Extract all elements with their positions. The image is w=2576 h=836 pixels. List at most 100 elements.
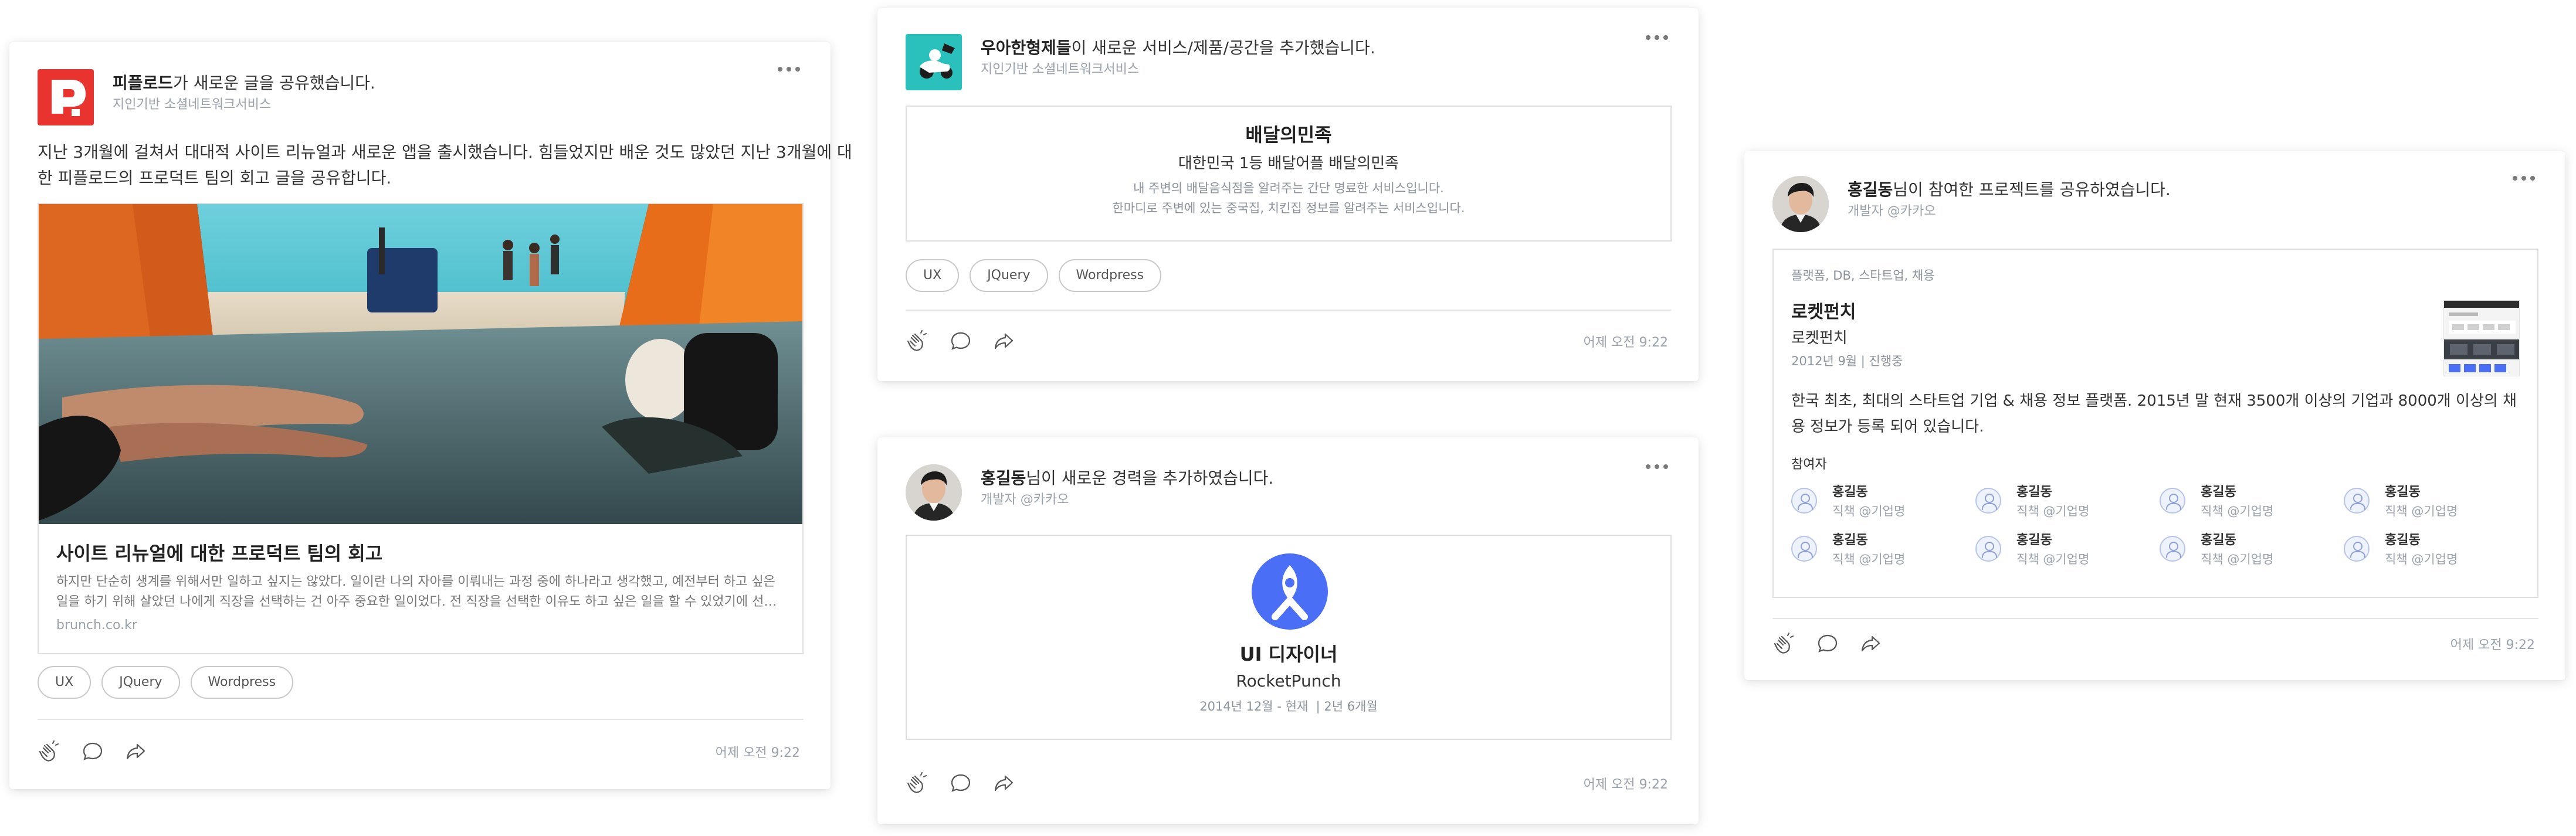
- timestamp: 어제 오전 9:22: [1583, 335, 1668, 350]
- user-placeholder-icon: [1975, 536, 2001, 562]
- user-placeholder-icon: [1791, 536, 1817, 562]
- tag-list: UX JQuery Wordpress: [906, 259, 1162, 292]
- career-period: 2014년 12월 - 현재: [1199, 699, 1309, 713]
- participant-item[interactable]: 홍길동 직책 @기업명: [1791, 531, 1975, 569]
- org-name[interactable]: 우아한형제들: [981, 38, 1072, 57]
- divider: [38, 719, 804, 720]
- project-meta: 2012년 9월 | 진행중: [1791, 354, 1903, 368]
- org-subtitle: 지인기반 소셜네트워크서비스: [981, 62, 1140, 77]
- participant-item[interactable]: 홍길동 직책 @기업명: [1791, 483, 1975, 521]
- share-icon[interactable]: [992, 329, 1016, 353]
- project-title: 로켓펀치: [1791, 302, 1856, 322]
- user-placeholder-icon: [2344, 536, 2370, 562]
- clap-icon[interactable]: [1772, 632, 1796, 655]
- activity-text: 님이 새로운 경력을 추가하였습니다.: [1026, 468, 1274, 488]
- career-period-line: 2014년 12월 - 현재 | 2년 6개월: [907, 696, 1670, 716]
- participant-item[interactable]: 홍길동 직책 @기업명: [1975, 483, 2160, 521]
- clap-icon[interactable]: [906, 329, 929, 353]
- comment-icon[interactable]: [81, 740, 104, 763]
- user-subtitle: 개발자 @카카오: [1848, 204, 1936, 219]
- comment-icon[interactable]: [949, 772, 972, 795]
- card-header: 홍길동님이 참여한 프로젝트를 공유하였습니다. 개발자 @카카오: [1772, 176, 2171, 232]
- participants-label: 참여자: [1791, 457, 1827, 472]
- service-preview[interactable]: 배달의민족 대한민국 1등 배달어플 배달의민족 내 주변의 배달음식점을 알려…: [906, 106, 1672, 242]
- project-preview[interactable]: 플랫폼, DB, 스타트업, 채용 로켓펀치 로켓펀치 2012년 9월 | 진…: [1772, 249, 2538, 598]
- clap-icon[interactable]: [38, 740, 61, 763]
- project-subtitle: 로켓펀치: [1791, 329, 1848, 347]
- org-subtitle: 지인기반 소셜네트워크서비스: [113, 97, 272, 112]
- org-name[interactable]: 피플로드: [113, 73, 173, 93]
- user-name[interactable]: 홍길동: [981, 468, 1026, 488]
- tag-chip[interactable]: UX: [38, 666, 91, 699]
- card-header: 홍길동님이 새로운 경력을 추가하였습니다. 개발자 @카카오: [906, 464, 1273, 521]
- participant-grid: 홍길동 직책 @기업명 홍길동 직책 @기업명 홍길동 직책 @기업명 홍길동 직책 @…: [1791, 483, 2524, 569]
- share-icon[interactable]: [1859, 632, 1883, 655]
- activity-text: 가 새로운 글을 공유했습니다.: [173, 73, 375, 93]
- activity-text: 이 새로운 서비스/제품/공간을 추가했습니다.: [1071, 38, 1375, 57]
- feed-card-article: 피플로드가 새로운 글을 공유했습니다. 지인기반 소셜네트워크서비스 지난 3…: [9, 42, 852, 789]
- feed-card-career: 홍길동님이 새로운 경력을 추가하였습니다. 개발자 @카카오 UI 디자이너 …: [877, 437, 1699, 824]
- user-subtitle: 개발자 @카카오: [981, 492, 1069, 507]
- user-avatar[interactable]: [1772, 176, 1829, 232]
- comment-icon[interactable]: [1816, 632, 1839, 655]
- career-company: RocketPunch: [1236, 671, 1341, 691]
- user-placeholder-icon: [1791, 488, 1817, 514]
- user-placeholder-icon: [2344, 488, 2370, 514]
- tag-chip[interactable]: UX: [906, 259, 960, 292]
- more-options-icon[interactable]: [2513, 176, 2535, 181]
- service-tagline: 대한민국 1등 배달어플 배달의민족: [1178, 155, 1399, 172]
- more-options-icon[interactable]: [1646, 464, 1668, 469]
- action-bar: [906, 329, 1016, 353]
- link-preview-description: 하지만 단순히 생계를 위해서만 일하고 싶지는 않았다. 일이란 나의 자아를…: [56, 575, 777, 609]
- project-description: 한국 최초, 최대의 스타트업 기업 & 채용 정보 플랫폼. 2015년 말 …: [1791, 392, 2517, 436]
- action-bar: [1772, 632, 1883, 655]
- participant-item[interactable]: 홍길동 직책 @기업명: [2160, 531, 2344, 569]
- tag-chip[interactable]: Wordpress: [190, 666, 294, 699]
- action-bar: [38, 740, 148, 763]
- tag-list: UX JQuery Wordpress: [38, 666, 294, 699]
- user-name[interactable]: 홍길동: [1848, 180, 1893, 199]
- tag-chip[interactable]: JQuery: [101, 666, 180, 699]
- career-separator: |: [1316, 699, 1320, 713]
- card-header: 피플로드가 새로운 글을 공유했습니다. 지인기반 소셜네트워크서비스: [38, 69, 375, 125]
- timestamp: 어제 오전 9:22: [715, 746, 800, 760]
- peopleroad-logo[interactable]: [38, 69, 94, 125]
- share-icon[interactable]: [992, 772, 1016, 795]
- project-thumbnail[interactable]: [2443, 300, 2520, 376]
- feed-card-service: 우아한형제들이 새로운 서비스/제품/공간을 추가했습니다. 지인기반 소셜네트…: [877, 8, 1699, 381]
- service-description: 내 주변의 배달음식점을 알려주는 간단 명료한 서비스입니다. 한마디로 주변…: [1112, 181, 1465, 215]
- link-preview-title: 사이트 리뉴얼에 대한 프로덕트 팀의 회고: [56, 542, 383, 565]
- more-options-icon[interactable]: [1646, 35, 1668, 40]
- link-preview[interactable]: 사이트 리뉴얼에 대한 프로덕트 팀의 회고 하지만 단순히 생계를 위해서만 …: [38, 203, 804, 654]
- user-placeholder-icon: [1975, 488, 2001, 514]
- baemin-logo[interactable]: [906, 34, 962, 90]
- divider: [1772, 618, 2538, 619]
- career-preview[interactable]: UI 디자이너 RocketPunch 2014년 12월 - 현재 | 2년 …: [906, 535, 1672, 740]
- post-body: 지난 3개월에 걸쳐서 대대적 사이트 리뉴얼과 새로운 앱을 출시했습니다. …: [38, 142, 852, 188]
- comment-icon[interactable]: [949, 329, 972, 353]
- user-avatar[interactable]: [906, 464, 962, 521]
- more-options-icon[interactable]: [778, 67, 800, 72]
- tag-chip[interactable]: Wordpress: [1058, 259, 1162, 292]
- timestamp: 어제 오전 9:22: [2450, 638, 2535, 653]
- participant-item[interactable]: 홍길동 직책 @기업명: [2344, 531, 2528, 569]
- clap-icon[interactable]: [906, 772, 929, 795]
- share-icon[interactable]: [124, 740, 148, 763]
- participant-item[interactable]: 홍길동 직책 @기업명: [2344, 483, 2528, 521]
- activity-text: 님이 참여한 프로젝트를 공유하였습니다.: [1893, 180, 2171, 199]
- rocketpunch-logo: [1252, 553, 1328, 630]
- tag-chip[interactable]: JQuery: [970, 259, 1048, 292]
- link-preview-image: [39, 204, 802, 524]
- user-placeholder-icon: [2160, 536, 2185, 562]
- career-position: UI 디자이너: [1239, 643, 1338, 665]
- project-categories: 플랫폼, DB, 스타트업, 채용: [1791, 269, 1935, 283]
- link-preview-domain: brunch.co.kr: [56, 618, 137, 633]
- participant-item[interactable]: 홍길동 직책 @기업명: [2160, 483, 2344, 521]
- timestamp: 어제 오전 9:22: [1583, 777, 1668, 792]
- service-name: 배달의민족: [1245, 124, 1332, 146]
- card-header: 우아한형제들이 새로운 서비스/제품/공간을 추가했습니다. 지인기반 소셜네트…: [906, 34, 1375, 90]
- feed-card-project: 홍길동님이 참여한 프로젝트를 공유하였습니다. 개발자 @카카오 플랫폼, D…: [1744, 151, 2565, 680]
- divider: [906, 310, 1672, 311]
- action-bar: [906, 772, 1016, 795]
- participant-item[interactable]: 홍길동 직책 @기업명: [1975, 531, 2160, 569]
